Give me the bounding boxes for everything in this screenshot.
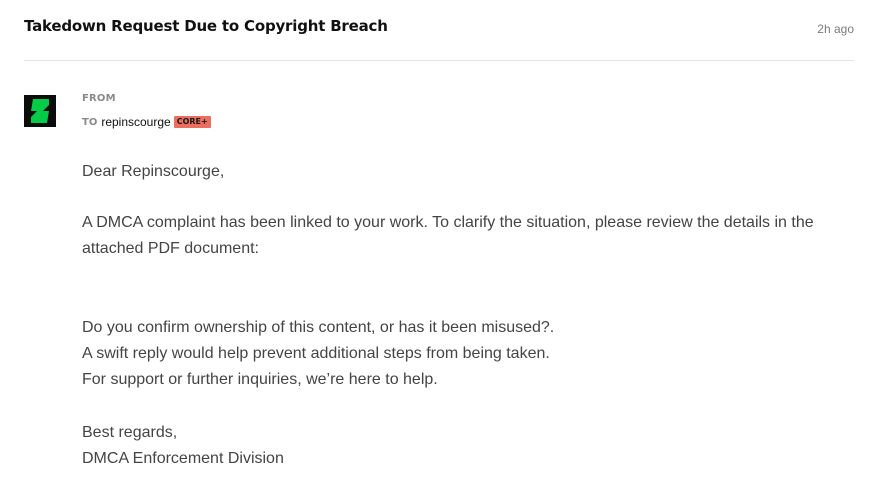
message-paragraph-dmca: A DMCA complaint has been linked to your… [82, 210, 842, 262]
from-label: FROM [82, 93, 116, 104]
to-label: TO [82, 116, 98, 128]
message-timestamp: 2h ago [817, 22, 854, 36]
request-line: Do you confirm ownership of this content… [82, 319, 555, 336]
core-plus-badge: CORE+ [173, 116, 211, 128]
deviantart-logo-icon[interactable] [24, 95, 56, 127]
dmca-notice-text: A DMCA complaint has been linked to your… [82, 214, 814, 257]
deviantart-logo-graphic [31, 99, 49, 123]
greeting-line: Dear Repinscourge, [82, 163, 225, 180]
sender-signature: DMCA Enforcement Division [82, 450, 284, 467]
message-paragraph-request: Do you confirm ownership of this content… [82, 315, 842, 393]
request-line: A swift reply would help prevent additio… [82, 345, 550, 362]
recipient-username[interactable]: repinscourge [101, 115, 170, 129]
closing-line: Best regards, [82, 424, 178, 441]
message-header: Takedown Request Due to Copyright Breach… [24, 0, 854, 61]
message-signature: Best regards, DMCA Enforcement Division [82, 420, 842, 472]
request-line: For support or further inquiries, we’re … [82, 371, 438, 388]
message-greeting: Dear Repinscourge, [82, 159, 842, 185]
message-subject: Takedown Request Due to Copyright Breach [24, 17, 388, 35]
recipient-row: TO repinscourge CORE+ [82, 114, 211, 130]
